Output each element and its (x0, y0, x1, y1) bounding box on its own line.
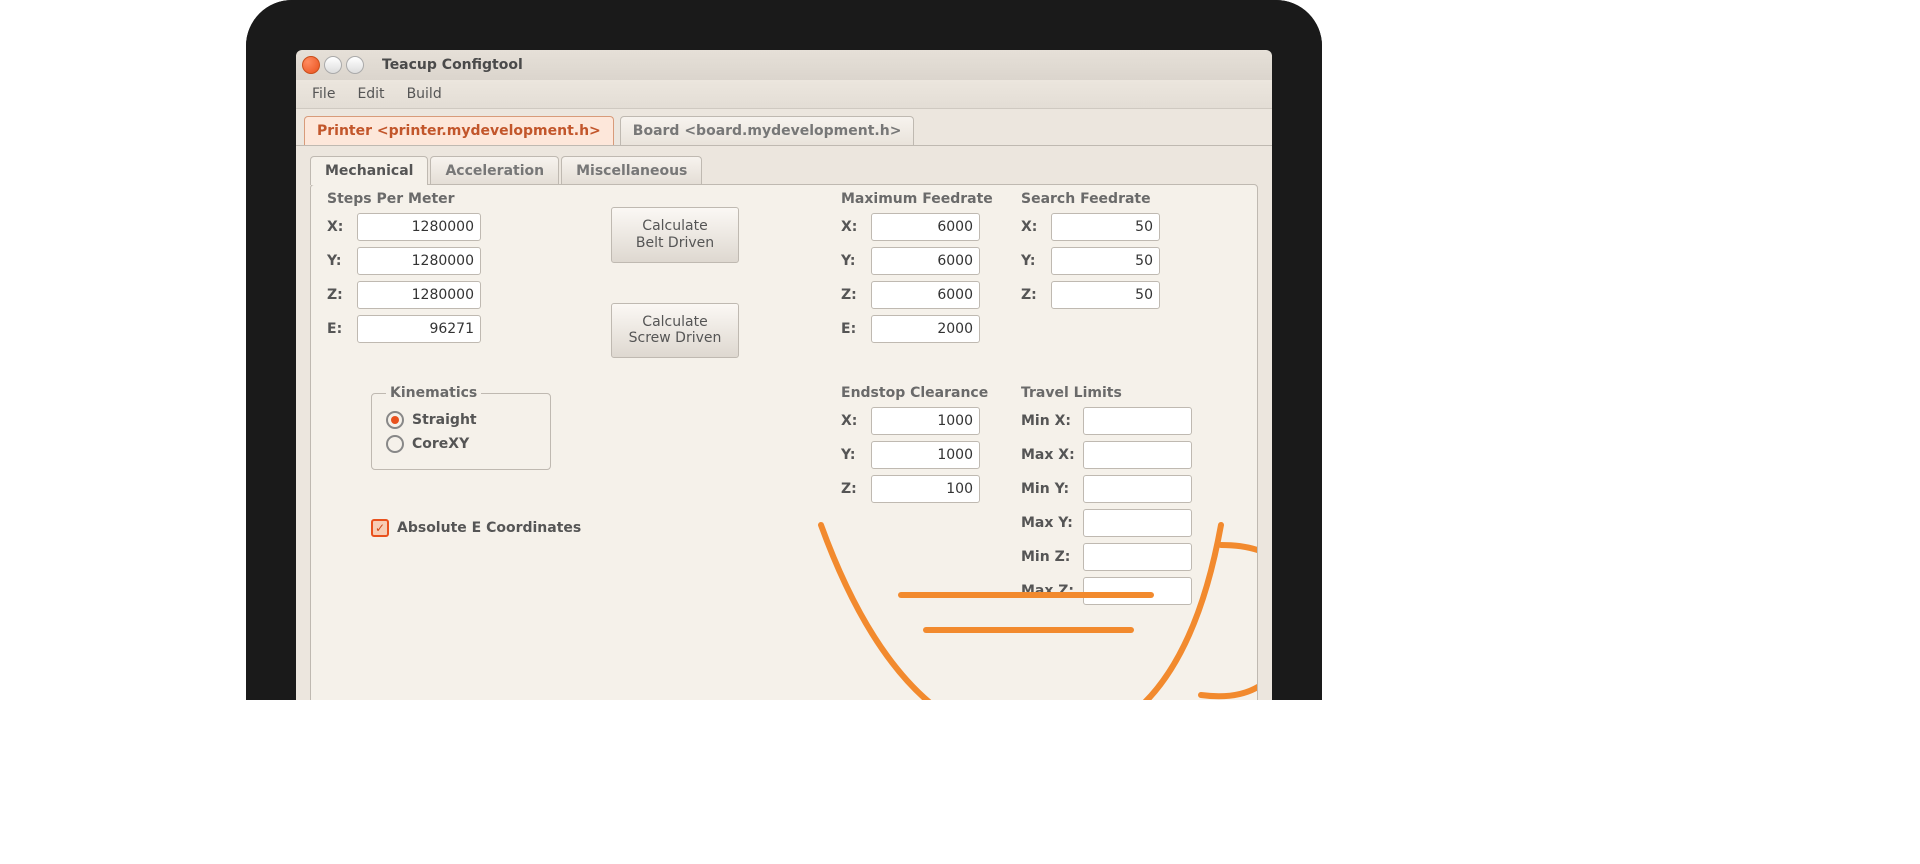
steps-z-input[interactable] (357, 281, 481, 309)
maxfr-e-input[interactable] (871, 315, 980, 343)
monitor-bezel: Teacup Configtool File Edit Build Printe… (246, 0, 1322, 700)
label-e: E: (327, 321, 349, 337)
window-title: Teacup Configtool (382, 57, 523, 73)
endcl-title: Endstop Clearance (841, 385, 988, 401)
srchfr-x-input[interactable] (1051, 213, 1160, 241)
work-area: Mechanical Acceleration Miscellaneous St… (296, 146, 1272, 700)
endcl-x-input[interactable] (871, 407, 980, 435)
tab-acceleration[interactable]: Acceleration (430, 156, 559, 185)
srchfr-z-input[interactable] (1051, 281, 1160, 309)
radio-mark-icon (386, 435, 404, 453)
radio-corexy[interactable]: CoreXY (386, 435, 536, 453)
menu-build[interactable]: Build (399, 84, 450, 104)
travel-minx-input[interactable] (1083, 407, 1192, 435)
tab-board[interactable]: Board <board.mydevelopment.h> (620, 116, 915, 145)
maxfr-z-input[interactable] (871, 281, 980, 309)
maxfr-y-input[interactable] (871, 247, 980, 275)
travel-title: Travel Limits (1021, 385, 1192, 401)
tab-misc[interactable]: Miscellaneous (561, 156, 702, 185)
maxfr-title: Maximum Feedrate (841, 191, 993, 207)
screen: Teacup Configtool File Edit Build Printe… (296, 50, 1272, 700)
radio-mark-icon (386, 411, 404, 429)
steps-y-input[interactable] (357, 247, 481, 275)
calc-belt-button[interactable]: Calculate Belt Driven (611, 207, 739, 263)
checkmark-icon (371, 519, 389, 537)
group-search-feedrate: Search Feedrate X: Y: Z: (1021, 191, 1160, 315)
menu-edit[interactable]: Edit (349, 84, 392, 104)
group-steps-per-meter: Steps Per Meter X: Y: Z: E: (327, 191, 481, 349)
main-tab-bar: Printer <printer.mydevelopment.h> Board … (296, 109, 1272, 146)
group-kinematics: Kinematics Straight CoreXY (371, 385, 551, 470)
travel-maxx-input[interactable] (1083, 441, 1192, 469)
label-x: X: (327, 219, 349, 235)
group-max-feedrate: Maximum Feedrate X: Y: Z: E: (841, 191, 993, 349)
window-minimize-button[interactable] (324, 56, 342, 74)
endcl-y-input[interactable] (871, 441, 980, 469)
menu-bar: File Edit Build (296, 80, 1272, 109)
label-z: Z: (327, 287, 349, 303)
calc-buttons: Calculate Belt Driven Calculate Screw Dr… (611, 207, 739, 358)
kinematics-legend: Kinematics (386, 385, 481, 401)
maxfr-x-input[interactable] (871, 213, 980, 241)
tab-mechanical[interactable]: Mechanical (310, 156, 428, 185)
menu-file[interactable]: File (304, 84, 343, 104)
label-y: Y: (327, 253, 349, 269)
tab-printer[interactable]: Printer <printer.mydevelopment.h> (304, 116, 614, 145)
radio-straight[interactable]: Straight (386, 411, 536, 429)
srchfr-y-input[interactable] (1051, 247, 1160, 275)
calc-screw-button[interactable]: Calculate Screw Driven (611, 303, 739, 359)
steps-x-input[interactable] (357, 213, 481, 241)
teacup-logo-icon (781, 485, 1258, 700)
steps-title: Steps Per Meter (327, 191, 481, 207)
checkbox-absolute-e[interactable]: Absolute E Coordinates (371, 519, 581, 537)
sub-tab-bar: Mechanical Acceleration Miscellaneous (310, 156, 1258, 185)
mechanical-panel: Steps Per Meter X: Y: Z: E: Calculate Be… (310, 184, 1258, 700)
steps-e-input[interactable] (357, 315, 481, 343)
window-maximize-button[interactable] (346, 56, 364, 74)
srchfr-title: Search Feedrate (1021, 191, 1160, 207)
window-titlebar: Teacup Configtool (296, 50, 1272, 80)
window-close-button[interactable] (302, 56, 320, 74)
